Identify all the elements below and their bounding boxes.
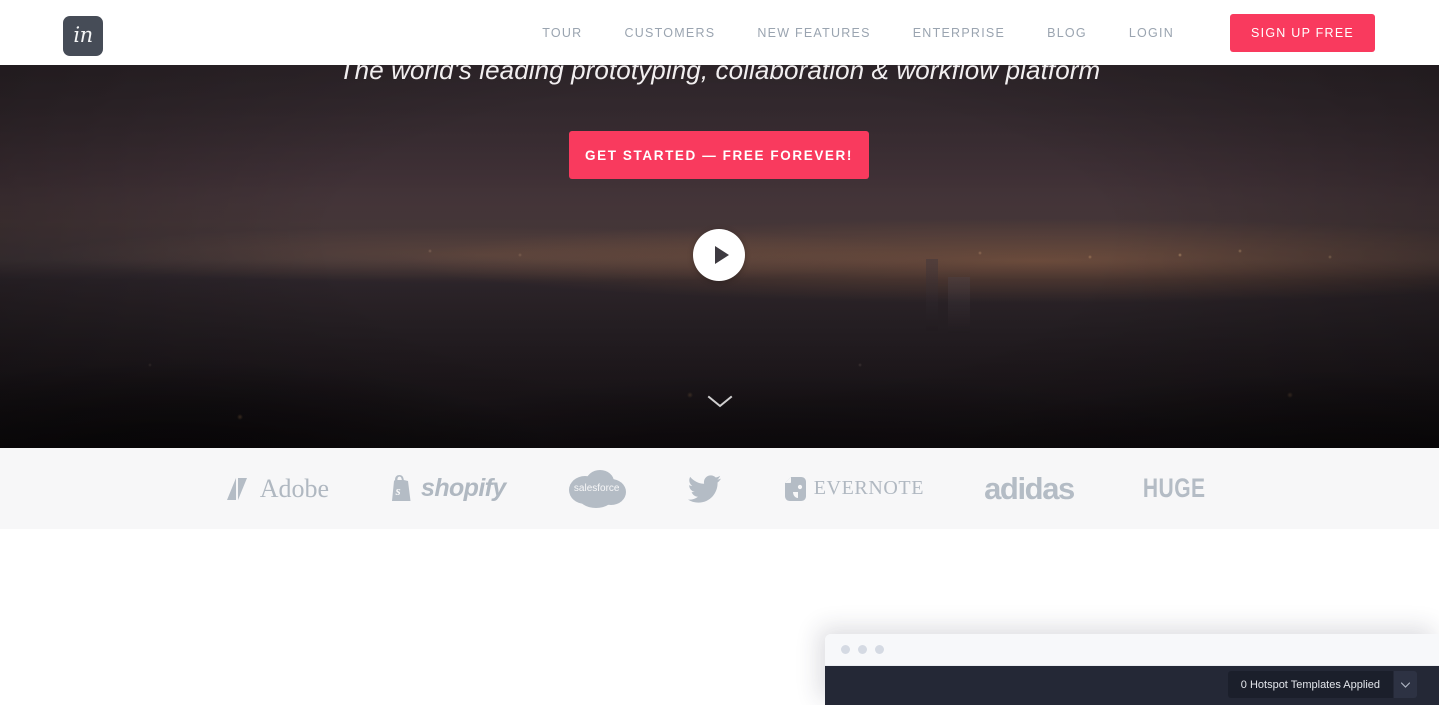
- play-icon: [714, 246, 729, 264]
- top-navigation-bar: in TOUR CUSTOMERS NEW FEATURES ENTERPRIS…: [0, 0, 1439, 65]
- invision-logo-icon: in: [73, 22, 93, 47]
- brand-logo-adidas: adidas: [984, 470, 1075, 507]
- adidas-wordmark: adidas: [984, 470, 1075, 506]
- adobe-a-icon: [226, 477, 247, 500]
- hero-section: The world's leading prototyping, collabo…: [0, 65, 1439, 448]
- adobe-wordmark: Adobe: [259, 473, 330, 503]
- browser-mockup-window: 0 Hotspot Templates Applied: [825, 634, 1439, 705]
- sign-up-free-button[interactable]: SIGN UP FREE: [1230, 13, 1375, 52]
- twitter-bird-icon: [687, 474, 721, 503]
- hotspot-templates-label[interactable]: 0 Hotspot Templates Applied: [1227, 671, 1393, 698]
- nav-item-new-features[interactable]: NEW FEATURES: [757, 26, 870, 40]
- browser-dot-maximize[interactable]: [875, 645, 884, 654]
- huge-wordmark: HUGE: [1142, 473, 1206, 503]
- brand-logo-adobe: Adobe: [225, 474, 329, 504]
- salesforce-wordmark: salesforce: [573, 483, 620, 494]
- browser-dot-minimize[interactable]: [858, 645, 867, 654]
- play-video-button[interactable]: [693, 229, 745, 281]
- nav-links: TOUR CUSTOMERS NEW FEATURES ENTERPRISE B…: [542, 0, 1375, 65]
- nav-item-customers[interactable]: CUSTOMERS: [624, 26, 715, 40]
- get-started-button[interactable]: GET STARTED — FREE FOREVER!: [569, 131, 869, 179]
- chevron-down-icon: [707, 395, 732, 408]
- evernote-wordmark: EVERNOTE: [813, 477, 925, 499]
- nav-item-login[interactable]: LOGIN: [1129, 26, 1174, 40]
- nav-item-tour[interactable]: TOUR: [542, 26, 582, 40]
- nav-item-blog[interactable]: BLOG: [1047, 26, 1087, 40]
- brand-logo-shopify: s shopify: [389, 474, 506, 503]
- svg-text:s: s: [395, 483, 401, 498]
- caret-down-icon: [1401, 681, 1410, 688]
- page-root: in TOUR CUSTOMERS NEW FEATURES ENTERPRIS…: [0, 0, 1439, 705]
- customer-logo-strip: Adobe s shopify salesforce EVERNOTE adid…: [0, 448, 1439, 529]
- browser-body: 0 Hotspot Templates Applied: [825, 666, 1439, 705]
- invision-logo[interactable]: in: [63, 16, 103, 56]
- salesforce-cloud-icon: salesforce: [566, 469, 628, 509]
- shopify-wordmark: shopify: [421, 474, 506, 502]
- brand-logo-twitter: [687, 474, 722, 503]
- hero-tagline: The world's leading prototyping, collabo…: [338, 65, 1101, 85]
- hotspot-templates-caret[interactable]: [1393, 671, 1417, 698]
- browser-titlebar: [825, 634, 1439, 666]
- brand-logo-huge: HUGE: [1134, 473, 1214, 504]
- evernote-elephant-icon: [784, 476, 806, 501]
- brand-logo-salesforce: salesforce: [566, 469, 628, 509]
- brand-logo-evernote: EVERNOTE: [782, 475, 924, 503]
- scroll-down-button[interactable]: [0, 395, 1439, 409]
- hero-content: The world's leading prototyping, collabo…: [0, 65, 1439, 448]
- shopify-bag-icon: s: [392, 475, 411, 501]
- hotspot-templates-dropdown[interactable]: 0 Hotspot Templates Applied: [1227, 671, 1417, 698]
- nav-item-enterprise[interactable]: ENTERPRISE: [913, 26, 1005, 40]
- browser-dot-close[interactable]: [841, 645, 850, 654]
